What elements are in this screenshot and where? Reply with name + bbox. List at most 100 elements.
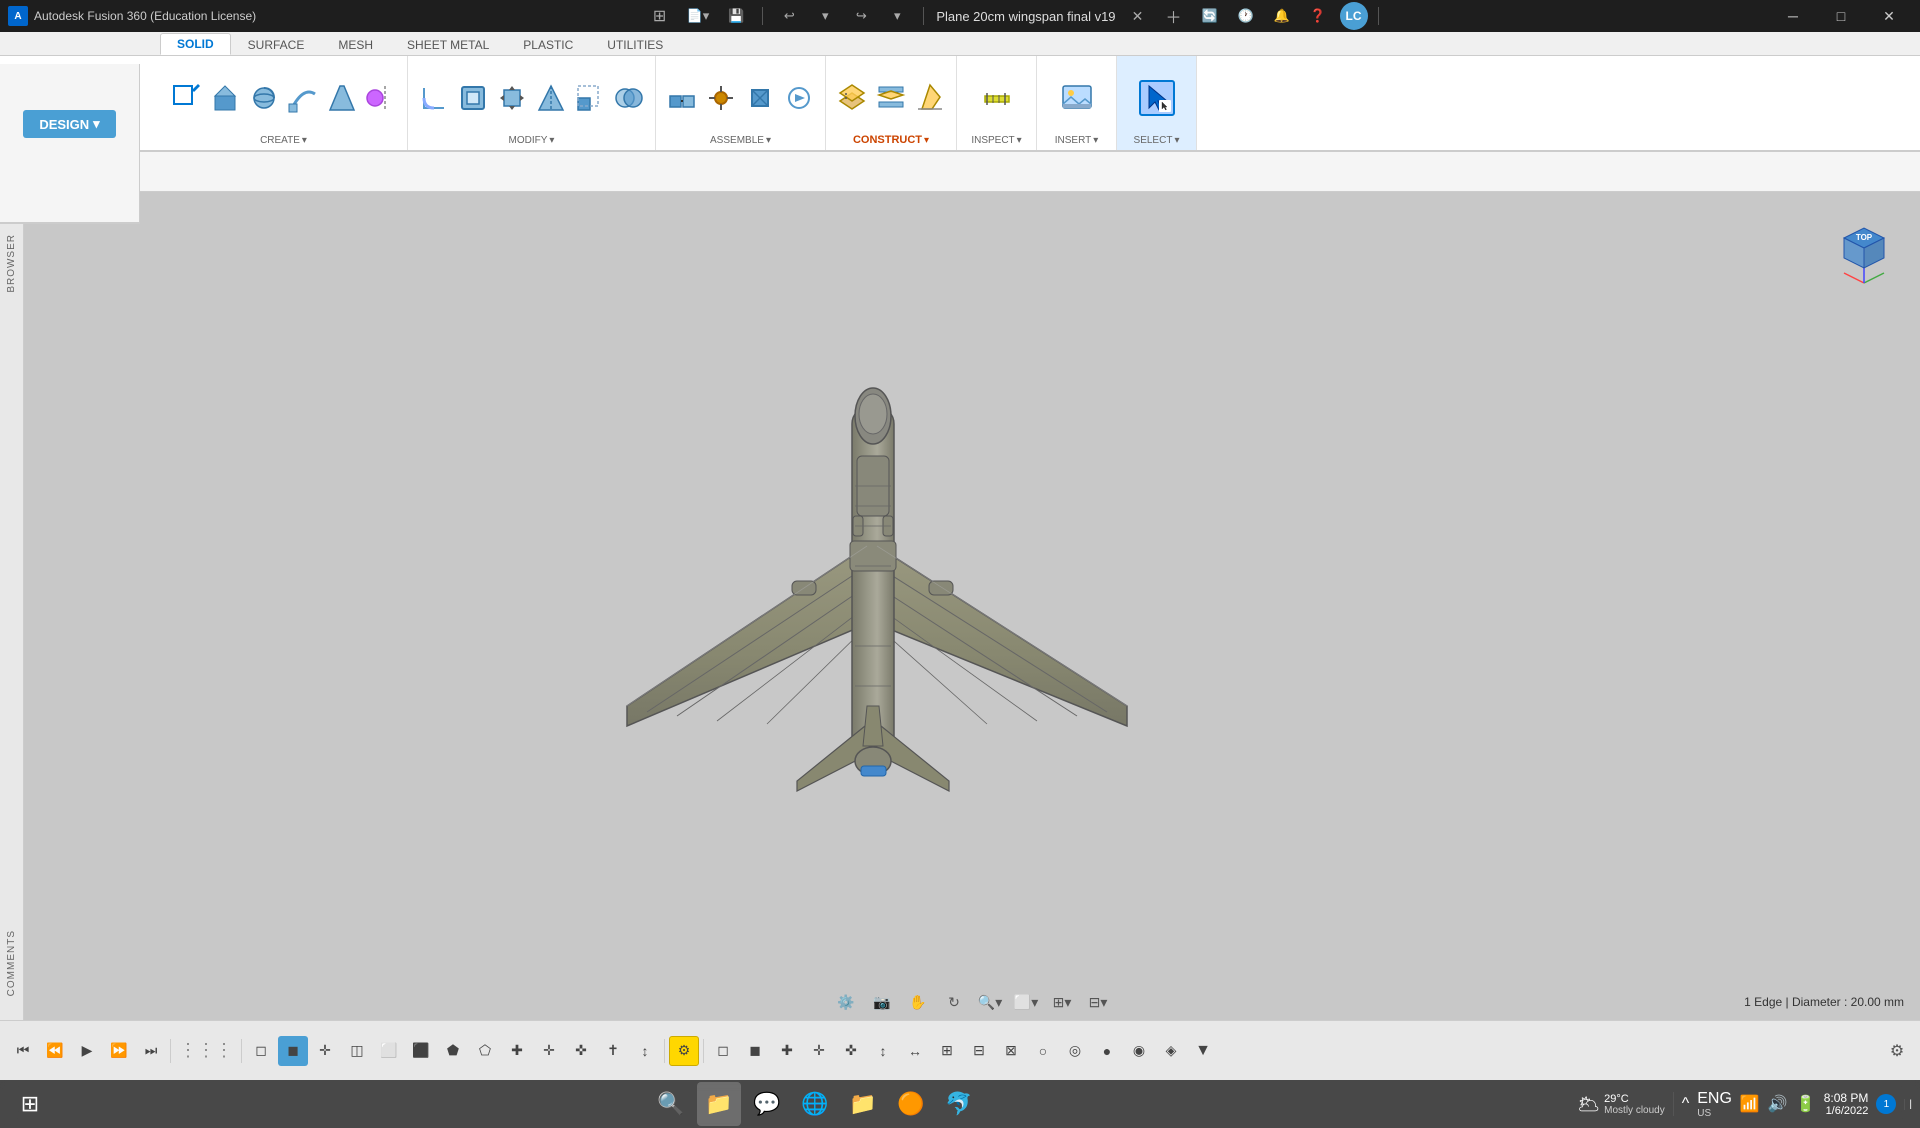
draft-icon[interactable] [533, 80, 569, 116]
tool4[interactable]: ✛ [804, 1036, 834, 1066]
orbit-tool-btn[interactable]: ◫ [342, 1036, 372, 1066]
new-file-btn[interactable]: 📄▾ [682, 2, 715, 30]
arrow-btn[interactable]: ↕ [630, 1036, 660, 1066]
plane-at-angle-icon[interactable] [912, 79, 948, 115]
help-btn[interactable]: ❓ [1304, 2, 1332, 30]
select-icon[interactable] [1139, 80, 1175, 116]
frame-select-btn[interactable]: ✝ [598, 1036, 628, 1066]
battery-icon[interactable]: 🔋 [1796, 1094, 1816, 1114]
taskbar-blue-app[interactable]: 🐬 [937, 1082, 981, 1126]
tool5[interactable]: ✜ [836, 1036, 866, 1066]
view-cube[interactable]: TOP [1824, 208, 1904, 288]
tool3[interactable]: ✚ [772, 1036, 802, 1066]
tool13[interactable]: ● [1092, 1036, 1122, 1066]
insert-label[interactable]: INSERT ▾ [1055, 135, 1099, 146]
volume-icon[interactable]: 🔊 [1768, 1094, 1788, 1114]
zoom-dropdown[interactable]: 🔍▾ [976, 988, 1004, 1016]
tool1[interactable]: ◻ [708, 1036, 738, 1066]
move-icon[interactable] [494, 80, 530, 116]
display-settings-btn[interactable]: ⚙️ [832, 988, 860, 1016]
fillet-icon[interactable] [416, 80, 452, 116]
tab-mesh[interactable]: MESH [321, 33, 390, 55]
shell-icon[interactable] [455, 80, 491, 116]
notification-badge[interactable]: 1 [1876, 1094, 1896, 1114]
camera-btn[interactable]: 📷 [868, 988, 896, 1016]
redo-btn[interactable]: ↪ [847, 2, 875, 30]
lasso2-btn[interactable]: ✛ [534, 1036, 564, 1066]
tab-surface[interactable]: SURFACE [231, 33, 322, 55]
tool11[interactable]: ○ [1028, 1036, 1058, 1066]
modify-label[interactable]: MODIFY ▾ [509, 135, 555, 146]
measure-icon[interactable] [979, 80, 1015, 116]
win-select-btn[interactable]: ⬜ [374, 1036, 404, 1066]
tool8[interactable]: ⊞ [932, 1036, 962, 1066]
combine-icon[interactable] [611, 80, 647, 116]
assemble-label[interactable]: ASSEMBLE ▾ [710, 135, 771, 146]
freeform-btn[interactable]: ⬟ [438, 1036, 468, 1066]
taskbar-folder[interactable]: 📁 [841, 1082, 885, 1126]
add-tab-btn[interactable]: ＋ [1160, 2, 1188, 30]
chevron-up-icon[interactable]: ^ [1682, 1095, 1690, 1113]
loft-icon[interactable] [324, 80, 360, 116]
taskbar-search[interactable]: 🔍 [649, 1082, 693, 1126]
grid-btn[interactable]: ⊞ [646, 2, 674, 30]
taskbar-orange-app[interactable]: 🟠 [889, 1082, 933, 1126]
minimize-btn[interactable]: ─ [1770, 0, 1816, 32]
tool7[interactable]: ↔ [900, 1036, 930, 1066]
crossing2-btn[interactable]: ⬠ [470, 1036, 500, 1066]
design-button[interactable]: DESIGN ▾ [23, 110, 115, 138]
tool12[interactable]: ◎ [1060, 1036, 1090, 1066]
new-sketch-icon[interactable] [168, 80, 204, 116]
create-label[interactable]: CREATE ▾ [260, 135, 307, 146]
pan-btn[interactable]: ✋ [904, 988, 932, 1016]
prev-frame-btn[interactable]: ⏪ [40, 1036, 70, 1066]
orbit-btn[interactable]: ↻ [940, 988, 968, 1016]
insert-image-icon[interactable] [1059, 80, 1095, 116]
crossing-btn[interactable]: ⬛ [406, 1036, 436, 1066]
joint-icon[interactable] [703, 80, 739, 116]
tab-plastic[interactable]: PLASTIC [506, 33, 590, 55]
notifications-btn[interactable]: 🔔 [1268, 2, 1296, 30]
revolve-icon[interactable] [246, 80, 282, 116]
grid-toggle-btn[interactable]: ⊞▾ [1048, 988, 1076, 1016]
motion-icon[interactable] [781, 80, 817, 116]
move-tool-btn[interactable]: ✛ [310, 1036, 340, 1066]
next-frame-btn[interactable]: ⏩ [104, 1036, 134, 1066]
inspect-label[interactable]: INSPECT ▾ [971, 135, 1021, 146]
construct-label[interactable]: CONSTRUCT ▾ [853, 134, 929, 146]
assemble-icon[interactable] [664, 80, 700, 116]
wifi-icon[interactable]: 📶 [1740, 1094, 1760, 1114]
account-btn[interactable]: LC [1340, 2, 1368, 30]
lasso-btn[interactable]: ✚ [502, 1036, 532, 1066]
undo-dropdown[interactable]: ▾ [811, 2, 839, 30]
show-desktop-btn[interactable]: | [1904, 1099, 1912, 1110]
start-btn[interactable]: ⊞ [8, 1082, 52, 1126]
taskbar-files[interactable]: 📁 [697, 1082, 741, 1126]
free-select-btn[interactable]: ✜ [566, 1036, 596, 1066]
layout-btn[interactable]: ⊟▾ [1084, 988, 1112, 1016]
language-btn[interactable]: ENG US [1697, 1090, 1732, 1119]
tool14[interactable]: ◉ [1124, 1036, 1154, 1066]
tool9[interactable]: ⊟ [964, 1036, 994, 1066]
display-mode-btn[interactable]: ⬜▾ [1012, 988, 1040, 1016]
weather-widget[interactable]: 🌥 29°C Mostly cloudy [1577, 1093, 1664, 1116]
sweep-icon[interactable] [285, 80, 321, 116]
comments-label[interactable]: COMMENTS [6, 930, 17, 996]
taskbar-browser[interactable]: 🌐 [793, 1082, 837, 1126]
tab-sheet-metal[interactable]: SHEET METAL [390, 33, 506, 55]
select-label[interactable]: SELECT ▾ [1134, 135, 1180, 146]
close-btn[interactable]: ✕ [1866, 0, 1912, 32]
tool15[interactable]: ◈ [1156, 1036, 1186, 1066]
active-tool-btn[interactable]: ⚙ [669, 1036, 699, 1066]
tab-utilities[interactable]: UTILITIES [590, 33, 680, 55]
tab-solid[interactable]: SOLID [160, 33, 231, 55]
extrude-icon[interactable] [207, 80, 243, 116]
undo-btn[interactable]: ↩ [775, 2, 803, 30]
history-btn[interactable]: 🕐 [1232, 2, 1260, 30]
play-btn[interactable]: ▶ [72, 1036, 102, 1066]
midplane-icon[interactable] [873, 79, 909, 115]
redo-dropdown[interactable]: ▾ [883, 2, 911, 30]
browser-label[interactable]: BROWSER [6, 234, 17, 293]
offset-plane-icon[interactable] [834, 79, 870, 115]
maximize-btn[interactable]: □ [1818, 0, 1864, 32]
